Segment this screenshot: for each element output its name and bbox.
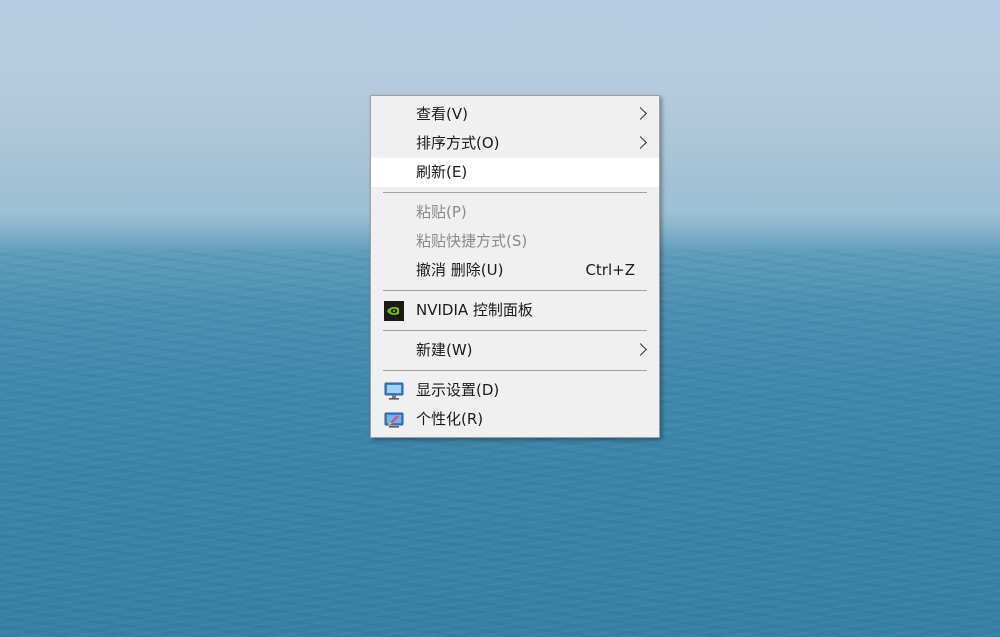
menu-item-paste: 粘贴(P) — [371, 198, 659, 227]
chevron-right-icon — [634, 136, 647, 149]
chevron-right-icon — [634, 343, 647, 356]
menu-separator — [383, 192, 647, 193]
menu-item-personalize[interactable]: 个性化(R) — [371, 405, 659, 434]
shortcut-hint: Ctrl+Z — [585, 261, 635, 279]
menu-item-sort-by-label: 排序方式(O) — [416, 134, 500, 152]
display-icon — [384, 382, 404, 400]
menu-item-refresh[interactable]: 刷新(E) — [371, 158, 659, 187]
menu-item-undo-delete-label: 撤消 删除(U) — [416, 261, 504, 279]
menu-item-nvidia-control-panel[interactable]: NVIDIA 控制面板 — [371, 296, 659, 325]
desktop-context-menu: 查看(V) 排序方式(O) 刷新(E) 粘贴(P) 粘贴快捷方式(S) 撤消 删… — [370, 95, 660, 438]
chevron-right-icon — [634, 107, 647, 120]
nvidia-icon — [384, 301, 404, 321]
menu-item-display-settings-label: 显示设置(D) — [416, 381, 500, 399]
menu-item-new[interactable]: 新建(W) — [371, 336, 659, 365]
menu-item-paste-label: 粘贴(P) — [416, 203, 467, 221]
menu-item-view-label: 查看(V) — [416, 105, 468, 123]
menu-item-sort-by[interactable]: 排序方式(O) — [371, 129, 659, 158]
menu-separator — [383, 330, 647, 331]
menu-item-paste-shortcut-label: 粘贴快捷方式(S) — [416, 232, 528, 250]
menu-item-personalize-label: 个性化(R) — [416, 410, 484, 428]
menu-item-undo-delete[interactable]: 撤消 删除(U) Ctrl+Z — [371, 256, 659, 285]
menu-separator — [383, 370, 647, 371]
menu-item-view[interactable]: 查看(V) — [371, 100, 659, 129]
menu-item-display-settings[interactable]: 显示设置(D) — [371, 376, 659, 405]
menu-item-new-label: 新建(W) — [416, 341, 473, 359]
menu-item-refresh-label: 刷新(E) — [416, 163, 468, 181]
menu-item-nvidia-label: NVIDIA 控制面板 — [416, 301, 533, 319]
menu-separator — [383, 290, 647, 291]
personalize-icon — [384, 412, 404, 428]
menu-item-paste-shortcut: 粘贴快捷方式(S) — [371, 227, 659, 256]
